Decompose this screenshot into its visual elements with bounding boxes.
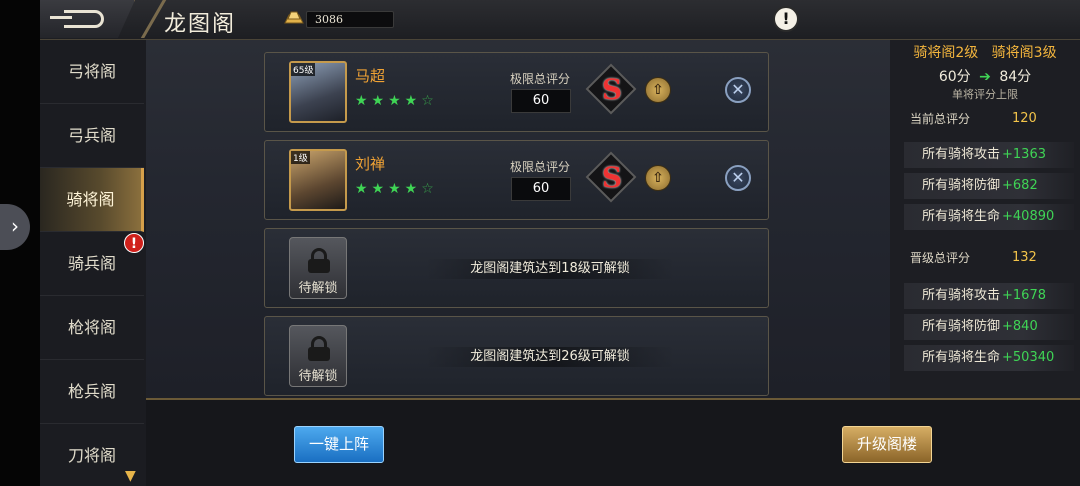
stat-row: 所有骑将防御 +682 (904, 173, 1074, 199)
score-cap-row: 60分 ➔ 84分 (890, 66, 1080, 86)
lock-icon (308, 248, 330, 273)
info-button[interactable]: ! (773, 6, 799, 32)
stat-value: +40890 (1002, 209, 1055, 224)
sidebar-item-bow-general[interactable]: 弓将阁 (40, 40, 144, 104)
score-value: 60 (511, 89, 571, 113)
hero-card: 1级 刘禅 ★★★★☆ 极限总评分 60 S ⇧ ✕ (264, 140, 769, 220)
score-value: 60 (511, 177, 571, 201)
auto-deploy-button[interactable]: 一键上阵 (294, 426, 384, 463)
lock-slot-icon-box[interactable]: 待解锁 (289, 237, 347, 299)
current-cap: 60分 (938, 69, 971, 85)
remove-hero-button[interactable]: ✕ (725, 77, 751, 103)
current-total-label: 当前总评分 (910, 112, 971, 126)
upgrade-pavilion-button[interactable]: 升级阁楼 (842, 426, 932, 463)
level-header: 骑将阁2级 骑将阁3级 (890, 42, 1080, 62)
stat-row: 所有骑将生命 +50340 (904, 345, 1074, 371)
level-stats-panel: 骑将阁2级 骑将阁3级 60分 ➔ 84分 单将评分上限 当前总评分 120 所… (890, 40, 1080, 398)
score-label: 极限总评分 (510, 72, 571, 86)
stat-row: 所有骑将生命 +40890 (904, 204, 1074, 230)
stat-label: 所有骑将攻击 (922, 288, 1001, 303)
current-total-value: 120 (1012, 111, 1037, 126)
stat-label: 所有骑将防御 (922, 319, 1001, 334)
star-rating: ★★★★☆ (355, 181, 438, 197)
sidebar: 弓将阁 弓兵阁 骑将阁 骑兵阁 枪将阁 枪兵阁 刀将阁 ! ▼ (40, 40, 146, 486)
stat-value: +50340 (1002, 350, 1055, 365)
next-total-label: 晋级总评分 (910, 251, 971, 265)
hero-level: 65级 (291, 63, 316, 76)
unlock-requirement: 龙图阁建筑达到26级可解锁 (425, 347, 675, 367)
upgrade-arrow-button[interactable]: ⇧ (645, 165, 671, 191)
stat-row: 所有骑将防御 +840 (904, 314, 1074, 340)
chevron-down-icon[interactable]: ▼ (125, 468, 136, 484)
sidebar-item-spear-general[interactable]: 枪将阁 (40, 296, 144, 360)
stat-label: 所有骑将攻击 (922, 147, 1001, 162)
hero-level: 1级 (291, 151, 310, 164)
stat-row: 所有骑将攻击 +1363 (904, 142, 1074, 168)
stat-value: +1363 (1002, 147, 1046, 162)
stat-value: +840 (1002, 319, 1038, 334)
gold-ingot-icon (284, 11, 304, 24)
gold-value: 3086 (315, 13, 343, 26)
hero-name: 刘禅 (355, 155, 386, 173)
stat-label: 所有骑将生命 (922, 350, 1001, 365)
hero-avatar[interactable]: 65级 (289, 61, 347, 123)
score-label: 极限总评分 (510, 160, 571, 174)
locked-label: 待解锁 (298, 281, 338, 296)
next-cap: 84分 (999, 69, 1032, 85)
page-title: 龙图阁 (164, 12, 237, 37)
locked-label: 待解锁 (298, 369, 338, 384)
next-total-value: 132 (1012, 250, 1037, 265)
current-level: 骑将阁2级 (913, 45, 979, 61)
cap-description: 单将评分上限 (952, 88, 1018, 101)
remove-hero-button[interactable]: ✕ (725, 165, 751, 191)
locked-slot: 待解锁 龙图阁建筑达到26级可解锁 (264, 316, 769, 396)
lock-slot-icon-box[interactable]: 待解锁 (289, 325, 347, 387)
hero-avatar[interactable]: 1级 (289, 149, 347, 211)
next-total-row: 晋级总评分 132 (910, 245, 1070, 271)
grade-s-icon[interactable]: S (597, 161, 627, 195)
arrow-right-icon: ➔ (979, 69, 991, 85)
back-arrow-icon (50, 10, 104, 28)
stat-value: +1678 (1002, 288, 1046, 303)
sidebar-item-spear-soldier[interactable]: 枪兵阁 (40, 360, 144, 424)
stat-label: 所有骑将防御 (922, 178, 1001, 193)
star-rating: ★★★★☆ (355, 93, 438, 109)
top-bar: 龙图阁 3086 ! (40, 0, 1080, 40)
grade-s-icon[interactable]: S (597, 73, 627, 107)
hero-slot-list: 65级 马超 ★★★★☆ 极限总评分 60 S ⇧ ✕ 1级 刘禅 ★★★★☆ … (146, 40, 890, 398)
current-total-row: 当前总评分 120 (910, 106, 1070, 132)
sidebar-item-cavalry-general[interactable]: 骑将阁 (40, 168, 144, 232)
unlock-requirement: 龙图阁建筑达到18级可解锁 (425, 259, 675, 279)
stat-label: 所有骑将生命 (922, 209, 1001, 224)
upgrade-arrow-button[interactable]: ⇧ (645, 77, 671, 103)
back-button[interactable] (40, 0, 135, 38)
sidebar-item-bow-soldier[interactable]: 弓兵阁 (40, 104, 144, 168)
hero-name: 马超 (355, 67, 386, 85)
alert-badge: ! (124, 233, 144, 253)
gold-counter: 3086 (306, 11, 394, 28)
stat-value: +682 (1002, 178, 1038, 193)
bottom-action-bar (146, 398, 1080, 486)
stat-row: 所有骑将攻击 +1678 (904, 283, 1074, 309)
locked-slot: 待解锁 龙图阁建筑达到18级可解锁 (264, 228, 769, 308)
next-level: 骑将阁3级 (991, 45, 1057, 61)
hero-card: 65级 马超 ★★★★☆ 极限总评分 60 S ⇧ ✕ (264, 52, 769, 132)
lock-icon (308, 336, 330, 361)
